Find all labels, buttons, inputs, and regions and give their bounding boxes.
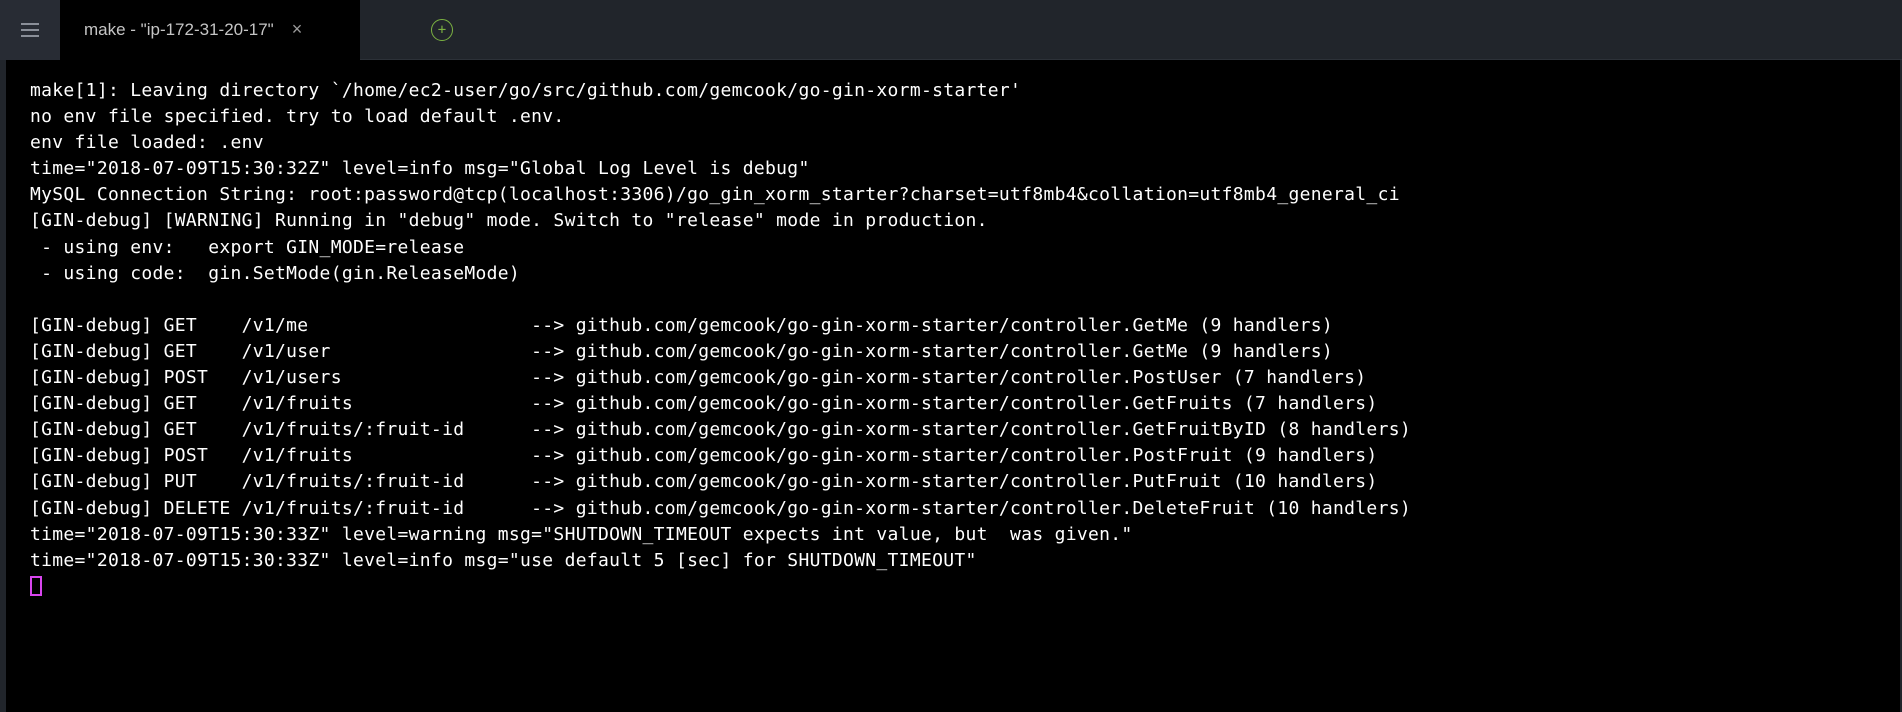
terminal-line: [GIN-debug] [WARNING] Running in "debug"… bbox=[30, 208, 1876, 234]
new-tab-button[interactable]: + bbox=[430, 18, 454, 42]
terminal-tab[interactable]: make - "ip-172-31-20-17" × bbox=[60, 0, 360, 60]
terminal-line: [GIN-debug] POST /v1/users --> github.co… bbox=[30, 365, 1876, 391]
terminal-line: [GIN-debug] POST /v1/fruits --> github.c… bbox=[30, 443, 1876, 469]
terminal-line: no env file specified. try to load defau… bbox=[30, 104, 1876, 130]
terminal-line: env file loaded: .env bbox=[30, 130, 1876, 156]
terminal-line: [GIN-debug] GET /v1/user --> github.com/… bbox=[30, 339, 1876, 365]
terminal-line bbox=[30, 287, 1876, 313]
terminal-line: [GIN-debug] GET /v1/me --> github.com/ge… bbox=[30, 313, 1876, 339]
terminal-line: time="2018-07-09T15:30:33Z" level=info m… bbox=[30, 548, 1876, 574]
terminal-line: [GIN-debug] PUT /v1/fruits/:fruit-id -->… bbox=[30, 469, 1876, 495]
hamburger-icon bbox=[21, 23, 39, 37]
terminal-lines-container: make[1]: Leaving directory `/home/ec2-us… bbox=[30, 78, 1876, 574]
terminal-line: - using env: export GIN_MODE=release bbox=[30, 235, 1876, 261]
cursor bbox=[30, 576, 42, 596]
terminal-output[interactable]: make[1]: Leaving directory `/home/ec2-us… bbox=[0, 60, 1902, 712]
top-bar: make - "ip-172-31-20-17" × + bbox=[0, 0, 1902, 60]
terminal-line: [GIN-debug] GET /v1/fruits --> github.co… bbox=[30, 391, 1876, 417]
terminal-line: [GIN-debug] DELETE /v1/fruits/:fruit-id … bbox=[30, 496, 1876, 522]
tab-title: make - "ip-172-31-20-17" bbox=[84, 20, 274, 40]
terminal-line: time="2018-07-09T15:30:33Z" level=warnin… bbox=[30, 522, 1876, 548]
close-icon[interactable]: × bbox=[292, 19, 303, 40]
terminal-line: - using code: gin.SetMode(gin.ReleaseMod… bbox=[30, 261, 1876, 287]
plus-icon: + bbox=[431, 19, 453, 41]
terminal-line: time="2018-07-09T15:30:32Z" level=info m… bbox=[30, 156, 1876, 182]
terminal-line: make[1]: Leaving directory `/home/ec2-us… bbox=[30, 78, 1876, 104]
terminal-line: [GIN-debug] GET /v1/fruits/:fruit-id -->… bbox=[30, 417, 1876, 443]
terminal-line: MySQL Connection String: root:password@t… bbox=[30, 182, 1876, 208]
menu-button[interactable] bbox=[0, 0, 60, 60]
